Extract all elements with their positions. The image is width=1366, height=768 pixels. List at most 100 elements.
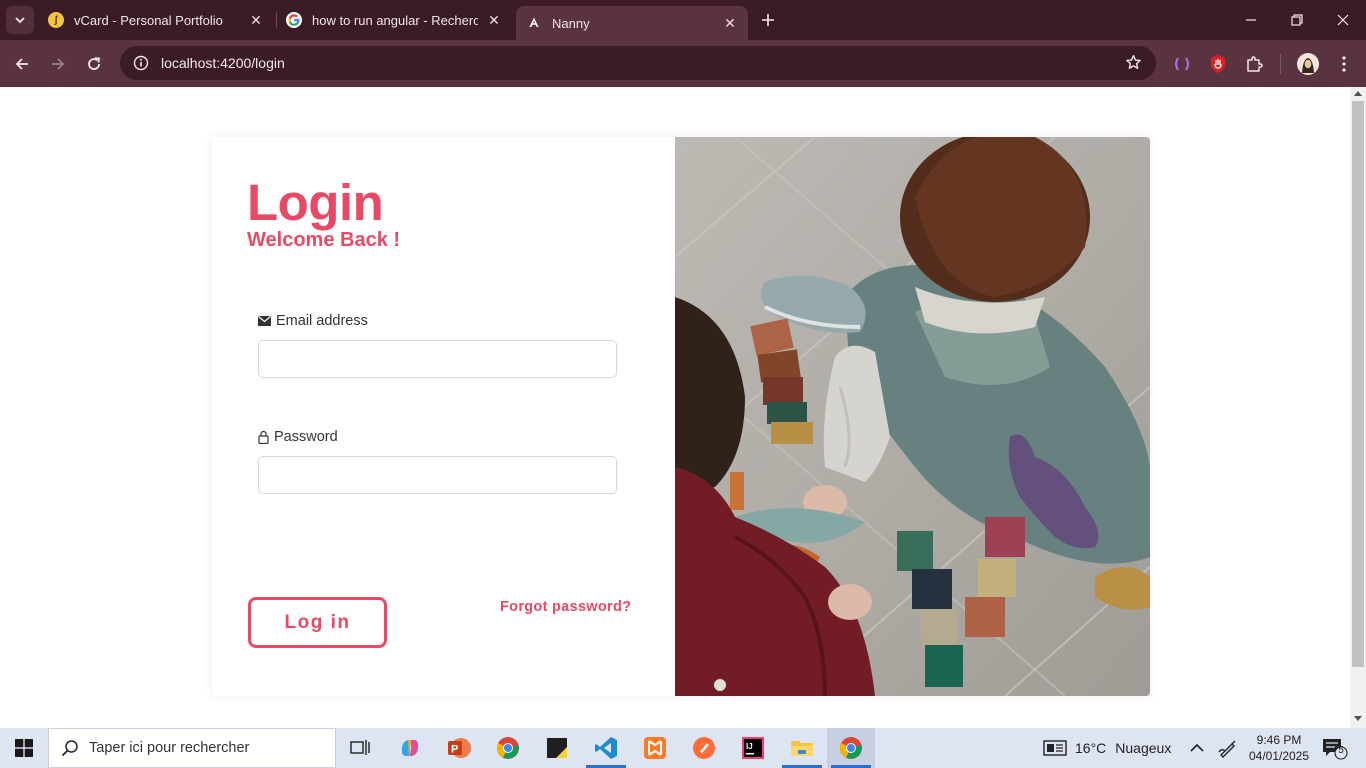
- tab-title: Nanny: [552, 15, 590, 31]
- pen-menu-button[interactable]: [1218, 728, 1238, 768]
- taskbar-xampp[interactable]: [631, 728, 679, 768]
- scroll-up-arrow-icon[interactable]: [1354, 91, 1362, 96]
- tab-title: how to run angular - Recherche: [312, 12, 478, 28]
- extension-bracket-icon[interactable]: [1171, 53, 1193, 75]
- close-window-button[interactable]: [1320, 0, 1366, 40]
- task-view-icon: [350, 740, 370, 755]
- svg-text:P: P: [451, 744, 458, 756]
- restore-icon: [1291, 14, 1303, 26]
- notification-count: 5: [1338, 745, 1344, 756]
- vscode-icon: [595, 737, 617, 759]
- show-hidden-icons-button[interactable]: [1190, 728, 1204, 768]
- back-button[interactable]: [8, 50, 36, 78]
- site-info-icon[interactable]: [124, 55, 158, 71]
- page-viewport: Login Welcome Back ! Email address Passw…: [0, 87, 1350, 728]
- taskbar-copilot[interactable]: [386, 728, 434, 768]
- tab-search-button[interactable]: [6, 6, 34, 34]
- login-button[interactable]: Log in: [248, 597, 387, 648]
- clock-date: 04/01/2025: [1248, 749, 1310, 763]
- taskbar-powerpoint[interactable]: P: [435, 728, 483, 768]
- close-icon[interactable]: ✕: [248, 12, 264, 28]
- windows-logo-icon: [15, 739, 33, 757]
- email-label: Email address: [258, 313, 368, 329]
- close-icon: [1337, 14, 1349, 26]
- taskbar-sticky-app[interactable]: [533, 728, 581, 768]
- toolbar-divider: [1280, 54, 1281, 74]
- folder-icon: [791, 741, 813, 756]
- postman-icon: [693, 737, 715, 759]
- address-bar[interactable]: localhost:4200/login: [120, 46, 1156, 80]
- envelope-icon: [258, 316, 271, 326]
- pen-icon: [1218, 740, 1236, 758]
- weather-widget[interactable]: 16°C Nuageux: [1043, 728, 1171, 768]
- clock-time: 9:46 PM: [1256, 733, 1302, 747]
- system-clock[interactable]: 9:46 PM 04/01/2025: [1242, 732, 1316, 764]
- tab-nanny[interactable]: Nanny ✕: [516, 6, 748, 40]
- news-weather-icon: [1043, 740, 1067, 756]
- windows-taskbar: Taper ici pour rechercher P IJ 16°C Nuag…: [0, 728, 1366, 768]
- scroll-down-arrow-icon[interactable]: [1354, 716, 1362, 721]
- plus-icon: [762, 14, 774, 26]
- xampp-icon: [644, 737, 666, 759]
- bookmark-star-icon[interactable]: [1125, 54, 1142, 76]
- weather-description: Nuageux: [1115, 740, 1172, 756]
- taskbar-file-explorer[interactable]: [778, 728, 826, 768]
- tab-vcard[interactable]: ʃ vCard - Personal Portfolio ✕: [38, 0, 274, 40]
- angular-favicon-icon: [526, 15, 542, 31]
- weather-temperature: 16°C: [1075, 740, 1107, 756]
- taskbar-postman[interactable]: [680, 728, 728, 768]
- arrow-right-icon: [52, 58, 65, 70]
- page-scrollbar[interactable]: [1350, 87, 1366, 728]
- arrow-left-icon: [15, 58, 28, 70]
- email-label-text: Email address: [276, 313, 368, 329]
- tab-google[interactable]: how to run angular - Recherche ✕: [276, 0, 512, 40]
- google-favicon-icon: [286, 12, 302, 28]
- close-icon[interactable]: ✕: [722, 15, 738, 31]
- svg-text:IJ: IJ: [746, 742, 753, 751]
- extensions-puzzle-icon[interactable]: [1243, 53, 1265, 75]
- notification-center-button[interactable]: 5: [1322, 738, 1348, 765]
- new-tab-button[interactable]: [756, 8, 780, 32]
- chevron-down-icon: [15, 17, 25, 24]
- restore-button[interactable]: [1274, 0, 1320, 40]
- taskbar-chrome-1[interactable]: [484, 728, 532, 768]
- minimize-button[interactable]: [1228, 0, 1274, 40]
- taskbar-search-box[interactable]: Taper ici pour rechercher: [48, 728, 336, 768]
- tab-title: vCard - Personal Portfolio: [74, 12, 223, 28]
- login-form: Login Welcome Back ! Email address Passw…: [212, 137, 675, 696]
- forgot-password-link[interactable]: Forgot password?: [500, 599, 631, 615]
- taskbar-vscode[interactable]: [582, 728, 630, 768]
- profile-avatar[interactable]: [1296, 52, 1320, 76]
- search-placeholder: Taper ici pour rechercher: [89, 740, 250, 756]
- hero-image: [675, 137, 1150, 696]
- reload-button[interactable]: [80, 50, 108, 78]
- browser-toolbar: localhost:4200/login: [0, 40, 1366, 87]
- chevron-up-icon: [1190, 743, 1204, 752]
- email-field[interactable]: [258, 340, 617, 378]
- login-card: Login Welcome Back ! Email address Passw…: [212, 137, 1150, 696]
- task-view-button[interactable]: [336, 728, 384, 768]
- copilot-icon: [401, 740, 419, 756]
- minimize-icon: [1246, 19, 1256, 21]
- start-button[interactable]: [0, 728, 48, 768]
- browser-menu-icon[interactable]: [1333, 53, 1355, 75]
- taskbar-intellij[interactable]: IJ: [729, 728, 777, 768]
- vcard-favicon-icon: ʃ: [48, 12, 64, 28]
- chrome-icon: [496, 737, 519, 759]
- taskbar-chrome-2[interactable]: [827, 728, 875, 768]
- password-field[interactable]: [258, 456, 617, 494]
- chrome-icon: [839, 737, 862, 759]
- password-label: Password: [258, 429, 338, 445]
- url-text: localhost:4200/login: [161, 55, 285, 71]
- reload-icon: [88, 57, 101, 70]
- scrollbar-thumb[interactable]: [1352, 101, 1364, 667]
- notes-app-icon: [547, 738, 567, 758]
- intellij-icon: IJ: [742, 737, 764, 759]
- forward-button[interactable]: [44, 50, 72, 78]
- page-title: Login: [247, 174, 384, 231]
- children-playing-photo: [675, 137, 1150, 696]
- password-label-text: Password: [274, 429, 338, 445]
- close-icon[interactable]: ✕: [486, 12, 502, 28]
- extension-hand-icon[interactable]: [1207, 53, 1229, 75]
- search-icon: [61, 740, 78, 757]
